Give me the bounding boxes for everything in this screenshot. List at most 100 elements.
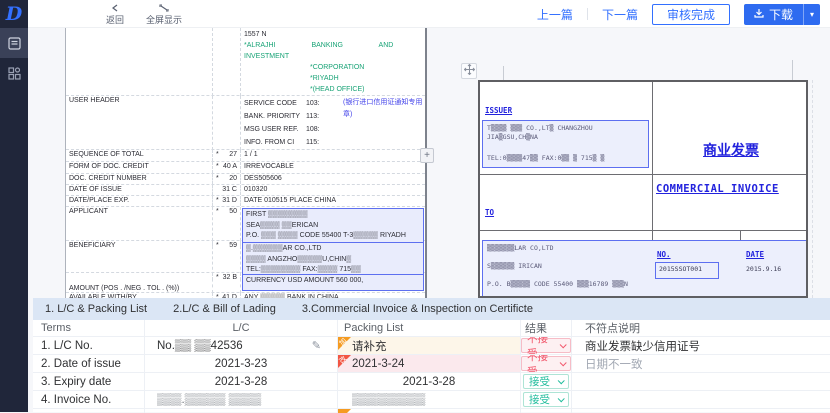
lc-kv-val: 113: (306, 113, 319, 120)
lc-field-value: DATE 010515 PLACE CHINA (241, 196, 425, 206)
result-select[interactable]: 不接受 (521, 338, 571, 353)
compare-panel: 1. L/C & Packing List 2.L/C & Bill of La… (33, 298, 830, 412)
note-cell[interactable]: 日期不一致 (572, 355, 830, 372)
term-cell: 1. L/C No. (33, 337, 145, 354)
lc-field-value: IRREVOCABLE (241, 162, 425, 173)
zoom-plus-button[interactable]: + (420, 148, 434, 163)
back-label: 返回 (106, 13, 124, 26)
lc-kv-val: 103: (306, 100, 320, 107)
invoice-title-en: COMMERCIAL INVOICE (656, 183, 779, 195)
review-done-button[interactable]: 审核完成 (652, 4, 730, 25)
next-doc-link[interactable]: 下一篇 (602, 6, 638, 23)
issuer-line: TEL:0▒▒▒▒47▒▒ FAX:0▒▒ ▒ 715▒ ▒ (487, 154, 644, 163)
invoice-no-value: 2015SSOT001 (659, 265, 715, 273)
lc-value: No.▒▒ ▒▒42536 (157, 340, 243, 352)
compare-header-row: Terms L/C Packing List 结果 不符点说明 (33, 320, 830, 337)
lc-tagno: 32 B (223, 274, 237, 292)
invoice-date-label: DATE (746, 250, 764, 259)
app-logo: D (0, 0, 28, 28)
tab-commercial-invoice[interactable]: 3.Commercial Invoice & Inspection on Cer… (302, 303, 533, 315)
issuer-highlight-box[interactable]: T▒▒▒▒ ▒▒▒ CO.,LT▒ CHANGZHOU JIA▒GSU,CH▒N… (482, 120, 649, 168)
result-select[interactable]: 接受 (523, 392, 569, 407)
lc-bank-line: INVESTMENT (244, 51, 422, 62)
invoice-date-value: 2015.9.16 (746, 265, 781, 273)
compare-row: 1. L/C No. No.▒▒ ▒▒42536 ✎ 加 请补充 不接受 商业发… (33, 337, 830, 355)
invoice-document: ISSUER T▒▒▒▒ ▒▒▒ CO.,LT▒ CHANGZHOU JIA▒G… (478, 80, 808, 298)
table-border (652, 82, 653, 250)
result-value: 接受 (529, 392, 550, 407)
to-line: P.O. B▒▒▒▒▒ CODE 55400 ▒▒▒16789 ▒▒▒N (487, 280, 808, 289)
lc-doc-cell (213, 28, 241, 96)
lc-tagno: 31 C (222, 186, 237, 194)
move-document-handle[interactable] (461, 63, 477, 79)
lc-tagno: 50 (229, 208, 237, 245)
result-cell: 不接受 (521, 355, 572, 372)
lc-field-label: SEQUENCE OF TOTAL (66, 150, 213, 161)
invoice-no-highlight-box[interactable]: 2015SSOT001 (655, 262, 719, 279)
download-dropdown-caret[interactable]: ▾ (803, 4, 820, 25)
back-button[interactable]: 返回 (106, 0, 124, 28)
lc-bank-line: *CORPORATION (244, 62, 422, 73)
compare-tabbar: 1. L/C & Packing List 2.L/C & Bill of La… (33, 298, 830, 320)
fullscreen-button[interactable]: 全屏显示 (146, 0, 182, 28)
packing-list-cell: 2021-3-28 (338, 373, 521, 390)
compare-row-clipped (33, 409, 830, 413)
lc-star: * (216, 175, 219, 183)
edit-pencil-icon[interactable]: ✎ (312, 339, 321, 352)
ruler-tick (792, 60, 793, 80)
amount-highlight-box[interactable]: CURRENCY USD AMOUNT 560 000, (242, 274, 424, 291)
bank-stamp-text: (银行进口信用证通知专用章) (343, 97, 423, 121)
lc-star: * (216, 274, 219, 292)
beneficiary-line: ▒.▒▒▒▒▒▒AR CO.,LTD (246, 244, 420, 255)
lc-doc-cell (66, 28, 213, 96)
tab-lc-bill-of-lading[interactable]: 2.L/C & Bill of Lading (173, 303, 276, 315)
term-cell: 3. Expiry date (33, 373, 145, 390)
applicant-line: FIRST ▒▒▒▒▒▒▒▒ (246, 210, 420, 221)
grid-icon (8, 67, 21, 80)
sidebar-item-document[interactable] (0, 28, 28, 58)
chevron-down-icon (558, 377, 565, 384)
applicant-line: P.O. ▒▒▒ ▒▒▒▒ CODE 55400 T-3▒▒▒▒▒ RIYADH (246, 231, 420, 242)
lc-doc-cell (213, 96, 241, 150)
note-cell[interactable]: 商业发票缺少信用证号 (572, 337, 830, 354)
lc-field-label: DOC. CREDIT NUMBER (66, 174, 213, 184)
lc-field-label: AMOUNT (POS . /NEG . TOL . (%)) (66, 273, 213, 293)
back-chevron-icon (111, 4, 120, 12)
tab-lc-packing-list[interactable]: 1. L/C & Packing List (45, 303, 147, 315)
col-header-result: 结果 (521, 320, 572, 336)
invoice-title-cn: 商业发票 (652, 140, 808, 160)
note-cell[interactable] (572, 373, 830, 390)
lc-kv-key: SERVICE CODE (244, 97, 306, 110)
compare-row: 4. Invoice No. ▒▒▒.▒▒▒▒▒ ▒▒▒▒ ▒▒▒▒▒▒▒▒▒ … (33, 391, 830, 409)
download-icon (754, 7, 764, 21)
app-sidebar: D (0, 0, 28, 412)
col-header-lc: L/C (145, 320, 338, 336)
term-cell: 4. Invoice No. (33, 391, 145, 408)
lc-document: 1557 N *ALRAJHI BANKING AND INVESTMENT *… (65, 28, 427, 298)
lc-ref-line: 1557 N (244, 29, 422, 40)
table-border (480, 230, 806, 231)
topbar: 返回 全屏显示 上一篇 下一篇 审核完成 下载 ▾ (28, 0, 830, 28)
packing-list-value: 请补充 (352, 338, 387, 354)
to-label: TO (485, 208, 494, 217)
lc-field-value: 010320 (241, 185, 425, 195)
sidebar-item-dashboard[interactable] (0, 58, 28, 88)
result-cell: 不接受 (521, 337, 572, 354)
invoice-no-label: NO. (657, 250, 671, 259)
download-split-button[interactable]: 下载 ▾ (744, 4, 820, 25)
lc-field-value: DES505606 (241, 174, 425, 184)
lc-star: * (216, 151, 219, 160)
result-select[interactable]: 接受 (523, 374, 569, 389)
applicant-highlight-box[interactable]: FIRST ▒▒▒▒▒▒▒▒ SEA▒▒▒▒ ▒▒ERICAN P.O. ▒▒▒… (242, 208, 424, 244)
col-header-note: 不符点说明 (572, 320, 830, 336)
prev-doc-link[interactable]: 上一篇 (537, 6, 573, 23)
result-select[interactable]: 不接受 (521, 356, 571, 371)
lc-bank-line: *ALRAJHI BANKING AND (244, 40, 422, 51)
lc-kv-val: 115: (306, 139, 319, 146)
lc-field-label: USER HEADER (66, 96, 213, 150)
compare-row: 3. Expiry date 2021-3-28 2021-3-28 接受 (33, 373, 830, 391)
col-header-terms: Terms (33, 320, 145, 336)
note-cell[interactable] (572, 391, 830, 408)
term-cell: 2. Date of issue (33, 355, 145, 372)
lc-cell: ▒▒▒.▒▒▒▒▒ ▒▒▒▒ (145, 391, 338, 408)
